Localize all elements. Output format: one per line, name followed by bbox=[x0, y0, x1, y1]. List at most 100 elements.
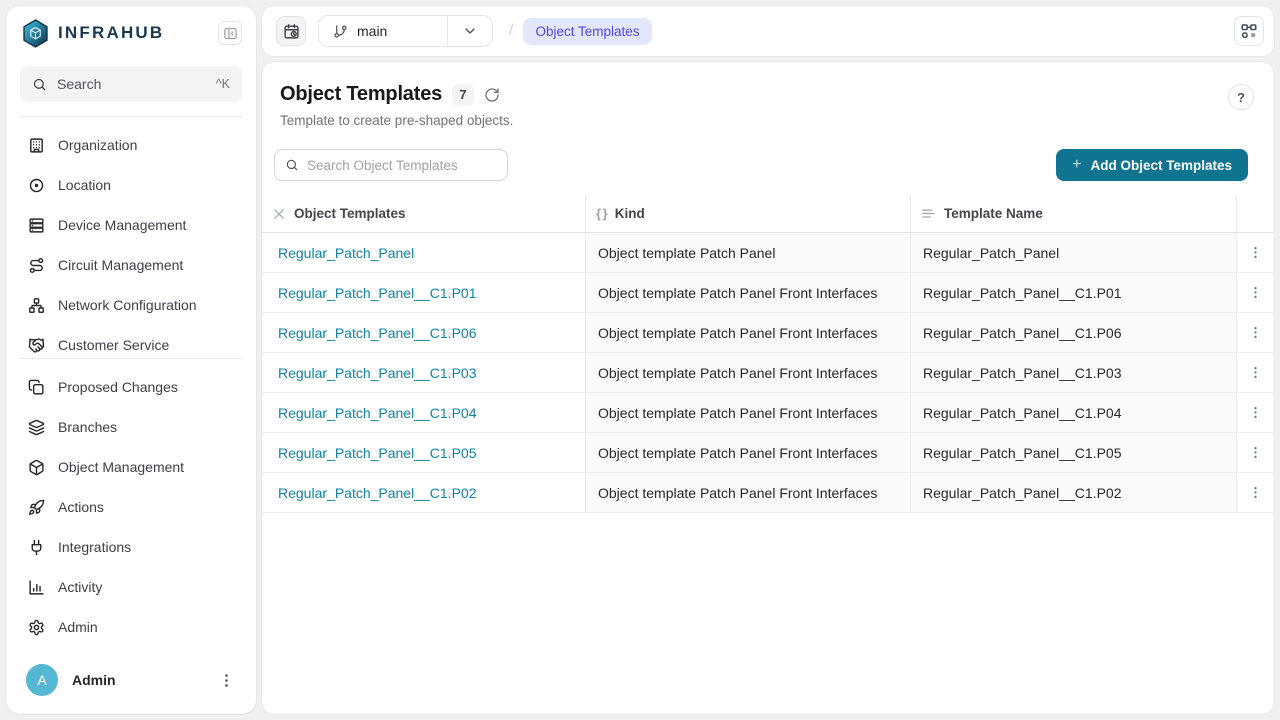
sidebar-search[interactable]: Search ^K bbox=[20, 66, 242, 102]
branch-selector-caret[interactable] bbox=[448, 16, 492, 46]
column-header-template-name: Template Name bbox=[910, 195, 1236, 232]
cell-object-template: Regular_Patch_Panel__C1.P06 bbox=[262, 313, 585, 352]
cell-kind: Object template Patch Panel Front Interf… bbox=[585, 433, 910, 472]
cell-kind: Object template Patch Panel Front Interf… bbox=[585, 393, 910, 432]
toolbar: + Add Object Templates bbox=[262, 149, 1274, 181]
cell-template-name: Regular_Patch_Panel__C1.P01 bbox=[910, 273, 1236, 312]
table-search-input[interactable] bbox=[307, 158, 497, 173]
sidebar-user-footer: A Admin bbox=[6, 652, 256, 714]
sidebar-search-shortcut: ^K bbox=[216, 77, 230, 91]
sidebar-item-device-management[interactable]: Device Management bbox=[6, 205, 256, 245]
column-header-label: Object Templates bbox=[294, 206, 406, 221]
server-icon bbox=[28, 217, 45, 234]
search-icon bbox=[285, 158, 299, 172]
table-body: Regular_Patch_Panel Object template Patc… bbox=[262, 233, 1274, 513]
cell-actions bbox=[1236, 473, 1274, 512]
cell-actions bbox=[1236, 393, 1274, 432]
time-travel-button[interactable] bbox=[276, 16, 306, 46]
text-lines-icon bbox=[921, 206, 936, 221]
sidebar-item-actions[interactable]: Actions bbox=[6, 487, 256, 527]
add-object-templates-button[interactable]: + Add Object Templates bbox=[1056, 149, 1248, 181]
sidebar-item-branches[interactable]: Branches bbox=[6, 407, 256, 447]
cell-object-template: Regular_Patch_Panel__C1.P02 bbox=[262, 473, 585, 512]
kebab-icon bbox=[1248, 485, 1263, 500]
sidebar-item-label: Customer Service bbox=[58, 337, 169, 353]
page-subtitle: Template to create pre-shaped objects. bbox=[280, 113, 1250, 128]
sidebar-primary-nav: Organization Location Device Management … bbox=[6, 117, 256, 358]
sidebar-item-proposed-changes[interactable]: Proposed Changes bbox=[6, 367, 256, 407]
user-menu-button[interactable] bbox=[214, 668, 238, 692]
layers-icon bbox=[28, 419, 45, 436]
table-row: Regular_Patch_Panel__C1.P04 Object templ… bbox=[262, 393, 1274, 433]
branch-selector[interactable]: main bbox=[318, 15, 493, 47]
cell-template-name: Regular_Patch_Panel__C1.P03 bbox=[910, 353, 1236, 392]
panel-collapse-icon bbox=[223, 26, 238, 41]
sidebar-item-label: Integrations bbox=[58, 539, 131, 555]
sidebar-item-admin[interactable]: Admin bbox=[6, 607, 256, 647]
search-icon bbox=[32, 77, 47, 92]
row-menu-button[interactable] bbox=[1242, 479, 1270, 507]
cube-icon bbox=[28, 459, 45, 476]
sidebar-item-circuit-management[interactable]: Circuit Management bbox=[6, 245, 256, 285]
sidebar-item-integrations[interactable]: Integrations bbox=[6, 527, 256, 567]
sidebar-item-customer-service[interactable]: Customer Service bbox=[6, 325, 256, 358]
branch-selector-current: main bbox=[319, 16, 447, 46]
table-row: Regular_Patch_Panel__C1.P01 Object templ… bbox=[262, 273, 1274, 313]
table-row: Regular_Patch_Panel__C1.P06 Object templ… bbox=[262, 313, 1274, 353]
sidebar-item-label: Network Configuration bbox=[58, 297, 197, 313]
table-row: Regular_Patch_Panel__C1.P05 Object templ… bbox=[262, 433, 1274, 473]
object-template-link[interactable]: Regular_Patch_Panel__C1.P03 bbox=[278, 365, 476, 381]
refresh-button[interactable] bbox=[484, 87, 500, 103]
object-template-link[interactable]: Regular_Patch_Panel__C1.P05 bbox=[278, 445, 476, 461]
breadcrumb-current[interactable]: Object Templates bbox=[523, 18, 651, 45]
object-template-link[interactable]: Regular_Patch_Panel__C1.P04 bbox=[278, 405, 476, 421]
kebab-icon bbox=[1248, 405, 1263, 420]
sidebar-item-activity[interactable]: Activity bbox=[6, 567, 256, 607]
object-template-link[interactable]: Regular_Patch_Panel__C1.P01 bbox=[278, 285, 476, 301]
column-header-label: Template Name bbox=[944, 206, 1043, 221]
gear-icon bbox=[28, 619, 45, 636]
sidebar-item-object-management[interactable]: Object Management bbox=[6, 447, 256, 487]
cell-template-name: Regular_Patch_Panel__C1.P05 bbox=[910, 433, 1236, 472]
cell-object-template: Regular_Patch_Panel__C1.P03 bbox=[262, 353, 585, 392]
topbar: main / Object Templates bbox=[262, 6, 1274, 56]
table-row: Regular_Patch_Panel Object template Patc… bbox=[262, 233, 1274, 273]
kebab-icon bbox=[1248, 325, 1263, 340]
sidebar-collapse-button[interactable] bbox=[218, 21, 242, 45]
help-button[interactable]: ? bbox=[1228, 84, 1254, 110]
plug-icon bbox=[28, 539, 45, 556]
chevron-down-icon bbox=[462, 23, 478, 39]
column-header-label: Kind bbox=[615, 206, 645, 221]
schema-button[interactable] bbox=[1234, 16, 1264, 46]
object-template-link[interactable]: Regular_Patch_Panel__C1.P06 bbox=[278, 325, 476, 341]
row-menu-button[interactable] bbox=[1242, 399, 1270, 427]
avatar: A bbox=[26, 664, 58, 696]
kebab-icon bbox=[218, 672, 235, 689]
cell-template-name: Regular_Patch_Panel bbox=[910, 233, 1236, 272]
cell-actions bbox=[1236, 353, 1274, 392]
copy-icon bbox=[28, 379, 45, 396]
page-title: Object Templates bbox=[280, 83, 442, 106]
cell-kind: Object template Patch Panel Front Interf… bbox=[585, 473, 910, 512]
object-template-link[interactable]: Regular_Patch_Panel bbox=[278, 245, 414, 261]
app-wordmark: INFRAHUB bbox=[58, 23, 209, 43]
cell-kind: Object template Patch Panel Front Interf… bbox=[585, 273, 910, 312]
row-menu-button[interactable] bbox=[1242, 279, 1270, 307]
sidebar-item-location[interactable]: Location bbox=[6, 165, 256, 205]
cell-template-name: Regular_Patch_Panel__C1.P06 bbox=[910, 313, 1236, 352]
kebab-icon bbox=[1248, 285, 1263, 300]
sidebar-item-network-configuration[interactable]: Network Configuration bbox=[6, 285, 256, 325]
table-row: Regular_Patch_Panel__C1.P03 Object templ… bbox=[262, 353, 1274, 393]
row-menu-button[interactable] bbox=[1242, 359, 1270, 387]
sidebar-item-organization[interactable]: Organization bbox=[6, 125, 256, 165]
sidebar-search-label: Search bbox=[57, 76, 206, 92]
row-menu-button[interactable] bbox=[1242, 239, 1270, 267]
column-header-object-templates: Object Templates bbox=[262, 195, 585, 232]
row-menu-button[interactable] bbox=[1242, 439, 1270, 467]
handshake-icon bbox=[28, 337, 45, 354]
cell-actions bbox=[1236, 233, 1274, 272]
row-menu-button[interactable] bbox=[1242, 319, 1270, 347]
object-template-link[interactable]: Regular_Patch_Panel__C1.P02 bbox=[278, 485, 476, 501]
calendar-clock-icon bbox=[283, 23, 300, 40]
cell-object-template: Regular_Patch_Panel__C1.P04 bbox=[262, 393, 585, 432]
